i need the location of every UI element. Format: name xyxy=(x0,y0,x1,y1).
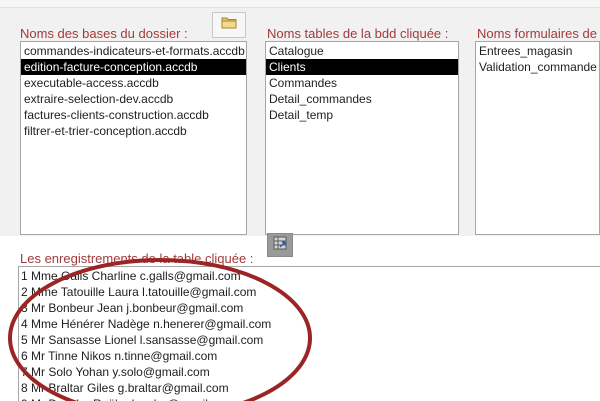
record-row[interactable]: 1 Mme Galls Charline c.galls@gmail.com xyxy=(19,268,600,284)
record-row[interactable]: 3 Mr Bonbeur Jean j.bonbeur@gmail.com xyxy=(19,300,600,316)
record-row[interactable]: 2 Mme Tatouille Laura l.tatouille@gmail.… xyxy=(19,284,600,300)
database-list-item[interactable]: edition-facture-conception.accdb xyxy=(21,59,246,75)
databases-label: Noms des bases du dossier : xyxy=(20,26,188,41)
tables-listbox[interactable]: Catalogue Clients Commandes Detail_commande… xyxy=(265,41,459,235)
export-records-button[interactable] xyxy=(267,233,293,257)
folder-icon xyxy=(221,16,237,34)
form-list-item[interactable]: Validation_commande xyxy=(476,59,599,75)
record-row[interactable]: 5 Mr Sansasse Lionel l.sansasse@gmail.co… xyxy=(19,332,600,348)
table-list-item[interactable]: Commandes xyxy=(266,75,458,91)
database-list-item[interactable]: extraire-selection-dev.accdb xyxy=(21,91,246,107)
table-export-icon xyxy=(272,235,288,256)
record-row[interactable]: 7 Mr Solo Yohan y.solo@gmail.com xyxy=(19,364,600,380)
table-list-item[interactable]: Clients xyxy=(266,59,458,75)
databases-listbox[interactable]: commandes-indicateurs-et-formats.accdb ed… xyxy=(20,41,247,235)
title-bar xyxy=(0,0,600,8)
database-list-item[interactable]: factures-clients-construction.accdb xyxy=(21,107,246,123)
table-list-item[interactable]: Detail_temp xyxy=(266,107,458,123)
forms-label: Noms formulaires de xyxy=(477,26,597,41)
record-row[interactable]: 9 Mr Douche Raël r.douche@gmail.com xyxy=(19,396,600,401)
table-list-item[interactable]: Catalogue xyxy=(266,43,458,59)
browse-folder-button[interactable] xyxy=(212,12,246,38)
forms-listbox[interactable]: Entrees_magasin Validation_commande xyxy=(475,41,600,235)
records-listbox[interactable]: 1 Mme Galls Charline c.galls@gmail.com 2 … xyxy=(18,266,600,401)
record-row[interactable]: 4 Mme Hénérer Nadège n.henerer@gmail.com xyxy=(19,316,600,332)
form-list-item[interactable]: Entrees_magasin xyxy=(476,43,599,59)
database-list-item[interactable]: commandes-indicateurs-et-formats.accdb xyxy=(21,43,246,59)
table-list-item[interactable]: Detail_commandes xyxy=(266,91,458,107)
database-list-item[interactable]: executable-access.accdb xyxy=(21,75,246,91)
record-row[interactable]: 6 Mr Tinne Nikos n.tinne@gmail.com xyxy=(19,348,600,364)
record-row[interactable]: 8 Mr Braltar Giles g.braltar@gmail.com xyxy=(19,380,600,396)
tables-label: Noms tables de la bdd cliquée : xyxy=(267,26,449,41)
database-list-item[interactable]: filtrer-et-trier-conception.accdb xyxy=(21,123,246,139)
records-label: Les enregistrements de la table cliquée … xyxy=(20,251,254,266)
